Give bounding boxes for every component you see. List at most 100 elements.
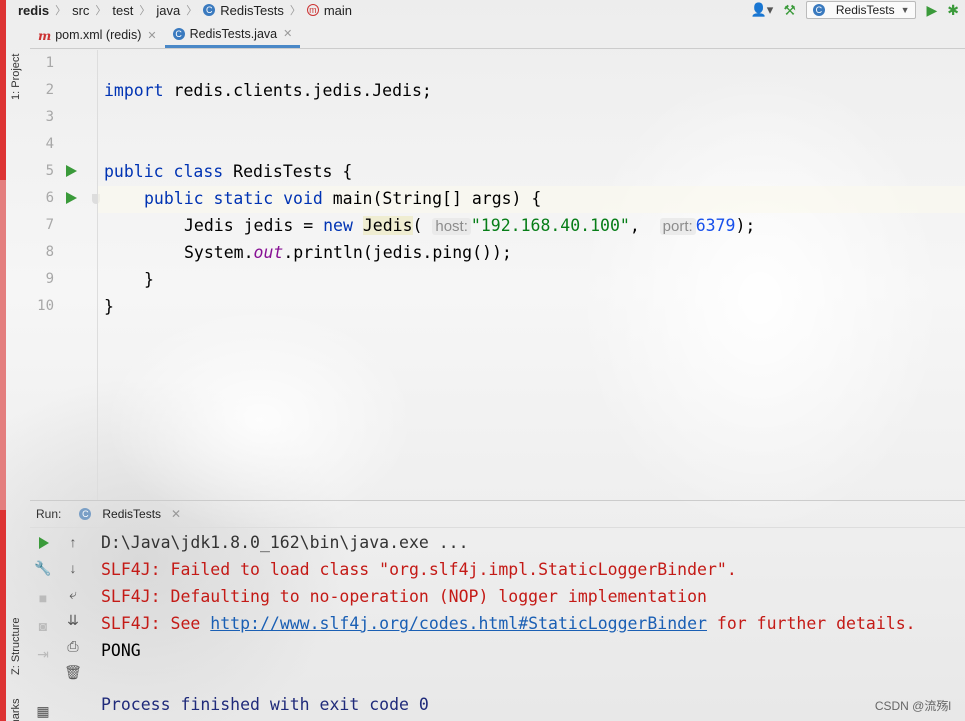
editor-tabs: m pom.xml (redis) ✕ C RedisTests.java ✕ <box>30 22 965 49</box>
code-editor[interactable]: import redis.clients.jedis.Jedis; public… <box>98 50 965 500</box>
code-line-10: } <box>104 293 114 320</box>
watermark: CSDN @流殇l <box>874 699 951 713</box>
main-signature: main(String[] args) { <box>322 189 542 208</box>
class-icon: C <box>203 4 216 16</box>
jedis-declaration: Jedis jedis = <box>184 216 324 235</box>
close-icon[interactable]: ✕ <box>171 507 181 521</box>
console-output[interactable]: D:\Java\jdk1.8.0_162\bin\java.exe ... SL… <box>100 529 965 721</box>
arrow-down-icon[interactable]: ↓ <box>64 560 82 576</box>
port-number: 6379 <box>695 216 736 235</box>
code-line-7: Jedis jedis = new Jedis( host: "192.168.4… <box>184 212 755 239</box>
console-error-prefix: SLF4J: See <box>101 614 211 633</box>
console-exit-line: Process finished with exit code 0 <box>101 695 429 714</box>
maven-icon: m <box>38 27 52 43</box>
keyword-public-class: public class <box>104 162 224 181</box>
project-tool-label: 1: Project <box>10 53 22 100</box>
host-string: "192.168.40.100" <box>470 216 630 235</box>
scroll-to-end-icon[interactable]: ⇊ <box>64 612 82 629</box>
breadcrumb-java[interactable]: java <box>152 3 186 18</box>
debug-bug-icon[interactable]: ✱ <box>947 2 959 19</box>
system-ref: System. <box>184 243 254 262</box>
run-toolbar: ↑ 🔧 ↓ ■ ⤶ ◙ ⇊ ⇥ ⎙ 🗑 ▦ <box>30 528 92 721</box>
user-icon[interactable]: 👤▾ <box>751 2 774 18</box>
line-number: 9 <box>45 271 54 287</box>
project-tool-button[interactable]: 1: Project <box>10 54 22 100</box>
close-icon[interactable]: ✕ <box>283 27 292 40</box>
console-error-suffix: for further details. <box>706 614 916 633</box>
structure-tool-button[interactable]: Z: Structure <box>10 618 22 675</box>
rerun-icon[interactable] <box>39 537 49 549</box>
wrench-icon[interactable]: 🔧 <box>34 560 52 577</box>
line-number: 8 <box>45 244 54 260</box>
class-icon: C <box>79 508 92 520</box>
static-field-out: out <box>253 243 284 262</box>
keyword-import: import <box>104 81 164 100</box>
class-declaration: RedisTests { <box>223 162 353 181</box>
closing-brace: } <box>144 270 154 289</box>
import-path: redis.clients.jedis.Jedis; <box>163 81 432 100</box>
line-number: 4 <box>45 136 54 152</box>
chevron-right-icon: 〉 <box>289 5 301 17</box>
param-hint-port: port: <box>659 218 696 235</box>
tab-redistests-java[interactable]: C RedisTests.java ✕ <box>164 22 301 48</box>
console-command-line: D:\Java\jdk1.8.0_162\bin\java.exe ... <box>101 533 469 552</box>
run-tab-redistests[interactable]: C RedisTests ✕ <box>79 507 181 521</box>
tab-redistests-java-label: RedisTests.java <box>189 26 278 41</box>
breadcrumb-class-label: RedisTests <box>220 2 284 18</box>
console-output-pong: PONG <box>101 641 141 660</box>
method-icon: m <box>306 4 319 16</box>
breadcrumb: redis 〉 src 〉 test 〉 java 〉 C RedisTests … <box>6 0 965 20</box>
chevron-right-icon: 〉 <box>95 5 107 17</box>
tab-pom-xml-label: pom.xml (redis) <box>55 28 142 42</box>
line-number: 10 <box>37 298 54 314</box>
console-error-line: SLF4J: Failed to load class "org.slf4j.i… <box>101 560 737 579</box>
arrow-up-icon[interactable]: ↑ <box>64 534 82 550</box>
line-number: 3 <box>45 109 54 125</box>
run-label: Run: <box>36 507 62 521</box>
chevron-right-icon: 〉 <box>139 5 151 17</box>
camera-icon[interactable]: ◙ <box>34 618 52 634</box>
layout-grid-icon[interactable]: ▦ <box>34 703 52 720</box>
exit-icon[interactable]: ⇥ <box>34 646 52 663</box>
toolbar-right: 👤▾ ⚒ C RedisTests ▼ ▶ ✱ <box>751 0 965 20</box>
slf4j-docs-link[interactable]: http://www.slf4j.org/codes.html#StaticLo… <box>210 614 707 633</box>
editor-gutter: 1 2 3 4 5 6 7 8 9 10 <box>30 50 100 500</box>
code-line-8: System.out.println(jedis.ping()); <box>184 239 512 266</box>
bookmarks-tool-button[interactable]: okmarks <box>10 698 22 721</box>
soft-wrap-icon[interactable]: ⤶ <box>64 586 82 603</box>
tab-pom-xml[interactable]: m pom.xml (redis) ✕ <box>30 22 165 48</box>
line-number: 6 <box>45 190 54 206</box>
stop-icon[interactable]: ■ <box>34 590 52 606</box>
breadcrumb-method[interactable]: m main <box>303 3 358 18</box>
trash-icon[interactable]: 🗑 <box>64 664 82 681</box>
class-icon: C <box>812 4 825 16</box>
chevron-down-icon: ▼ <box>900 5 910 15</box>
breadcrumb-src[interactable]: src <box>68 3 95 18</box>
run-configuration-select[interactable]: C RedisTests ▼ <box>805 1 917 19</box>
jedis-constructor: Jedis <box>362 216 413 235</box>
keyword-public-static-void: public static void <box>144 189 323 208</box>
line-number: 7 <box>45 217 54 233</box>
left-tool-window-bar: 1: Project Z: Structure okmarks <box>6 20 30 721</box>
run-configuration-label: RedisTests <box>835 3 895 17</box>
breadcrumb-class[interactable]: C RedisTests <box>199 3 290 18</box>
run-button[interactable]: ▶ <box>926 2 937 19</box>
print-icon[interactable]: ⎙ <box>64 638 82 655</box>
line-number: 1 <box>45 55 54 71</box>
breadcrumb-test[interactable]: test <box>108 3 139 18</box>
param-hint-host: host: <box>432 218 471 235</box>
breadcrumb-project[interactable]: redis <box>6 3 55 18</box>
run-tab-label: RedisTests <box>102 507 162 521</box>
class-icon: C <box>172 27 185 40</box>
run-class-gutter-icon[interactable] <box>66 165 77 177</box>
statement-end: ); <box>735 216 756 235</box>
run-main-gutter-icon[interactable] <box>66 192 77 204</box>
chevron-right-icon: 〉 <box>55 5 67 17</box>
build-hammer-icon[interactable]: ⚒ <box>783 2 796 19</box>
code-line-6: public static void main(String[] args) { <box>144 185 541 212</box>
close-icon[interactable]: ✕ <box>147 29 156 42</box>
comma: , <box>629 216 640 235</box>
line-number: 5 <box>45 163 54 179</box>
structure-tool-label: Z: Structure <box>10 617 22 675</box>
run-tool-window-header: Run: C RedisTests ✕ <box>30 500 965 528</box>
